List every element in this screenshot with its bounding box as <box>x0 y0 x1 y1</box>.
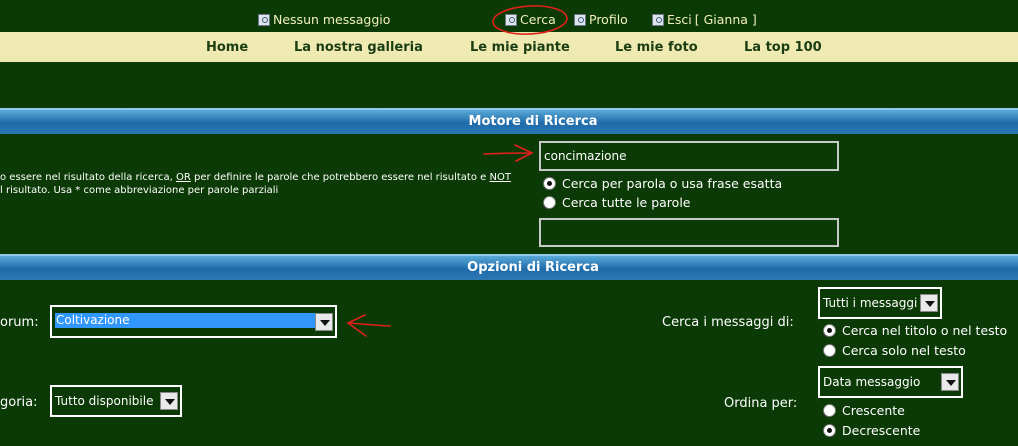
arrow-annotation-forum <box>346 314 391 337</box>
arrow-annotation-keyword <box>483 144 534 162</box>
annotation-overlay <box>346 5 568 337</box>
circle-annotation <box>492 5 568 35</box>
